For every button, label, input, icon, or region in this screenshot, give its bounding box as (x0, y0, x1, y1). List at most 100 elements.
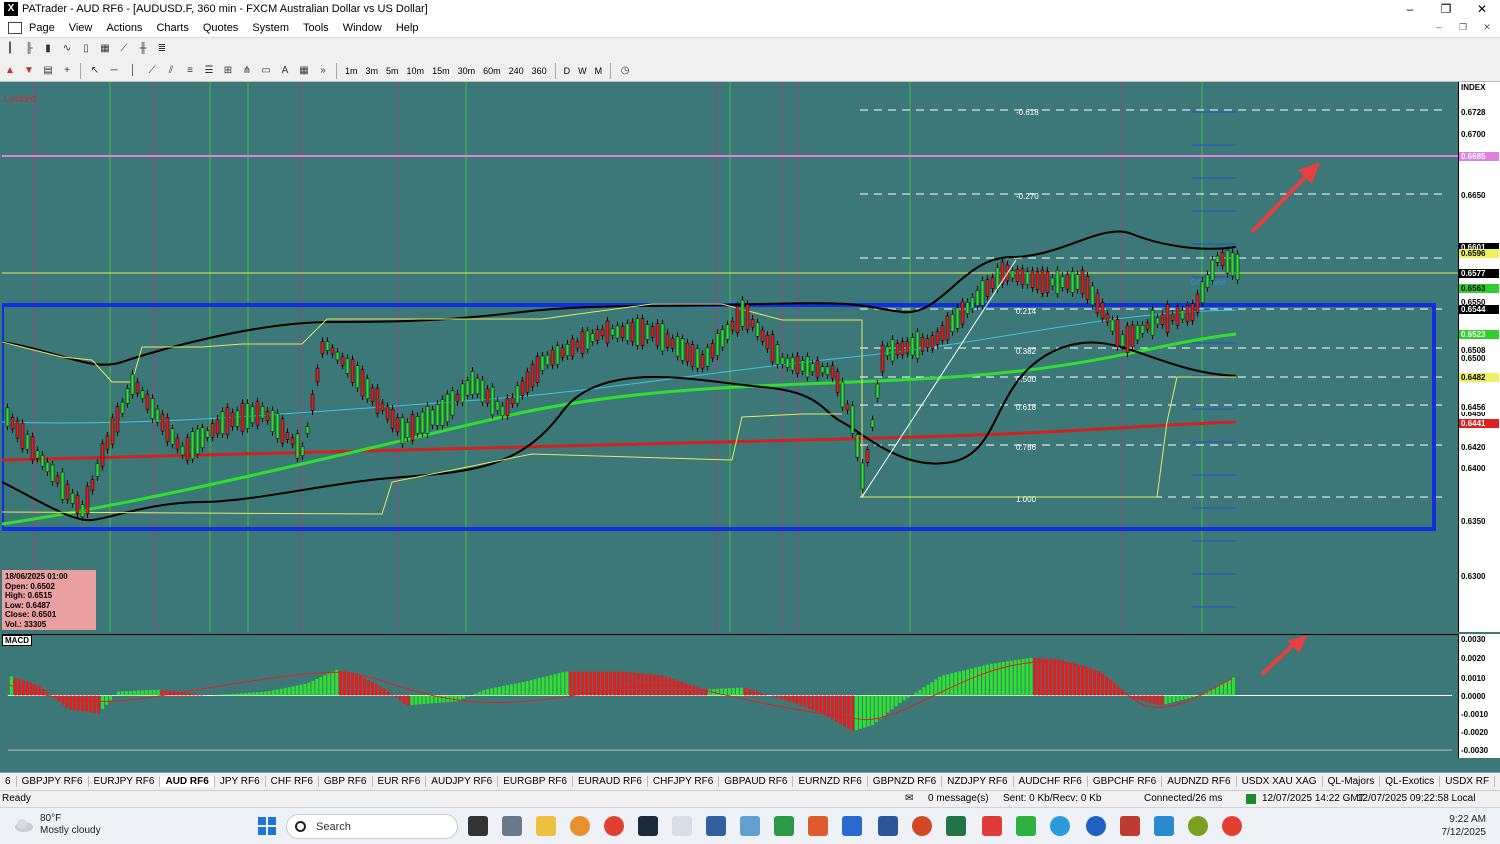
more-tools-icon[interactable]: » (315, 64, 331, 78)
line-chart-icon[interactable]: ∿ (59, 42, 75, 56)
mdi-restore-button[interactable]: ❐ (1454, 20, 1472, 34)
study-icon[interactable]: ╫ (135, 42, 151, 56)
chart-tab[interactable]: EURAUD RF6 (573, 776, 648, 787)
timeframe-w[interactable]: W (574, 66, 591, 76)
menu-quotes[interactable]: Quotes (196, 22, 245, 34)
price-chart[interactable]: -0.618-0.2700.2140.3820.5000.6180.7861.0… (2, 82, 1458, 632)
fib-extension-icon[interactable]: ☰ (201, 64, 217, 78)
menu-charts[interactable]: Charts (149, 22, 195, 34)
app-icon-orange[interactable] (570, 816, 590, 836)
word-icon[interactable] (878, 816, 898, 836)
clock-icon[interactable]: ◷ (617, 64, 633, 78)
price-axis[interactable]: INDEX 0.6728 0.6700 0.6650 0.6550 0.6500… (1458, 82, 1500, 632)
chart-tab[interactable]: EUR RF6 (373, 776, 427, 787)
task-view-icon[interactable] (468, 816, 488, 836)
template-icon[interactable]: ≣ (154, 42, 170, 56)
text-icon[interactable]: A (277, 64, 293, 78)
vline-icon[interactable]: │ (125, 64, 141, 78)
timeframe-5m[interactable]: 5m (382, 66, 403, 76)
chart-tab[interactable]: USDX RF (1440, 776, 1496, 787)
maximize-button[interactable]: ❐ (1428, 0, 1464, 18)
close-button[interactable]: ✕ (1464, 0, 1500, 18)
calculator-icon[interactable] (502, 816, 522, 836)
chart-tab[interactable]: QL-Majors (1323, 776, 1381, 787)
pitchfork-icon[interactable]: ⋔ (239, 64, 255, 78)
chrome-icon[interactable] (604, 816, 624, 836)
powerpoint-icon[interactable] (912, 816, 932, 836)
menu-page[interactable]: Page (22, 22, 62, 34)
app-red2-icon[interactable] (1120, 816, 1140, 836)
cursor-icon[interactable]: ↖ (87, 64, 103, 78)
chart-tab[interactable]: AUDCHF RF6 (1014, 776, 1088, 787)
chart-tab[interactable]: CHFJPY RF6 (648, 776, 720, 787)
chart-tab[interactable]: GBPAUD RF6 (719, 776, 794, 787)
chart-tab[interactable]: GBPJPY RF6 (17, 776, 89, 787)
timeframe-m[interactable]: M (591, 66, 607, 76)
menu-tools[interactable]: Tools (296, 22, 336, 34)
indicator-icon[interactable]: ⟋ (116, 42, 132, 56)
chart-tab[interactable]: EURGBP RF6 (498, 776, 573, 787)
mdi-minimize-button[interactable]: – (1430, 20, 1448, 34)
timeframe-1m[interactable]: 1m (341, 66, 362, 76)
chart-tab[interactable]: GBP RF6 (319, 776, 373, 787)
chart-tab[interactable]: CHF RF6 (266, 776, 319, 787)
photos-icon[interactable] (740, 816, 760, 836)
zoom-icon[interactable] (1086, 816, 1106, 836)
chart-tab[interactable]: Bitcoin (1495, 776, 1500, 787)
chart-window[interactable]: -0.618 -0.270 0.214 0.382 0.500 0.618 0.786 1.0… (0, 82, 1500, 772)
chart-tab[interactable]: GBPCHF RF6 (1088, 776, 1163, 787)
chart-tab[interactable]: GBPNZD RF6 (868, 776, 943, 787)
timeframe-15m[interactable]: 15m (428, 66, 454, 76)
chart-tab[interactable]: AUD RF6 (160, 776, 215, 787)
chart-tab[interactable]: EURNZD RF6 (793, 776, 868, 787)
timeframe-360[interactable]: 360 (528, 66, 551, 76)
rectangle-icon[interactable]: ▭ (258, 64, 274, 78)
chart-icon[interactable]: ▤ (40, 64, 56, 78)
notes-icon[interactable] (706, 816, 726, 836)
chart-settings-icon[interactable]: ▦ (97, 42, 113, 56)
telegram-icon[interactable] (1050, 816, 1070, 836)
channel-icon[interactable]: ⫽ (163, 64, 179, 78)
chart-app-icon[interactable] (672, 816, 692, 836)
fibonacci-icon[interactable]: ≡ (182, 64, 198, 78)
app-blue-icon[interactable] (1154, 816, 1174, 836)
patrader-icon[interactable] (638, 816, 658, 836)
app-s2-icon[interactable] (842, 816, 862, 836)
taskbar-search[interactable]: Search (286, 814, 458, 839)
trendline-icon[interactable]: ⟋ (144, 64, 160, 78)
timeframe-3m[interactable]: 3m (362, 66, 383, 76)
gann-icon[interactable]: ⊞ (220, 64, 236, 78)
ohlc-chart-icon[interactable]: ╟ (21, 42, 37, 56)
chart-tab[interactable]: AUDJPY RF6 (426, 776, 499, 787)
timeframe-240[interactable]: 240 (505, 66, 528, 76)
bar-chart-icon[interactable]: ┃ (2, 42, 18, 56)
menu-system[interactable]: System (245, 22, 296, 34)
chart-tab[interactable]: EURJPY RF6 (89, 776, 161, 787)
tab-scroll-left[interactable]: 6 (0, 776, 17, 787)
excel-icon[interactable] (946, 816, 966, 836)
timeframe-d[interactable]: D (560, 66, 575, 76)
menu-view[interactable]: View (62, 22, 100, 34)
timeframe-60m[interactable]: 60m (479, 66, 505, 76)
heikin-chart-icon[interactable]: ▯ (78, 42, 94, 56)
menu-actions[interactable]: Actions (99, 22, 149, 34)
buy-icon[interactable]: ▲ (2, 64, 18, 78)
app-w-icon[interactable] (1188, 816, 1208, 836)
chrome2-icon[interactable] (1222, 816, 1242, 836)
mdi-close-button[interactable]: ✕ (1478, 20, 1496, 34)
grid-icon[interactable]: ▦ (296, 64, 312, 78)
weather-widget[interactable]: 80°F Mostly cloudy (14, 813, 101, 837)
sell-icon[interactable]: ▼ (21, 64, 37, 78)
app-red-icon[interactable] (982, 816, 1002, 836)
chart-tab[interactable]: USDX XAU XAG (1237, 776, 1323, 787)
app-s-icon[interactable] (808, 816, 828, 836)
chart-tab[interactable]: JPY RF6 (215, 776, 266, 787)
chart-tab[interactable]: NZDJPY RF6 (942, 776, 1014, 787)
candle-chart-icon[interactable]: ▮ (40, 42, 56, 56)
minimize-button[interactable]: – (1392, 0, 1428, 18)
menu-help[interactable]: Help (389, 22, 426, 34)
file-explorer-icon[interactable] (536, 816, 556, 836)
timeframe-30m[interactable]: 30m (454, 66, 480, 76)
crosshair-icon[interactable]: + (59, 64, 75, 78)
chart-tab[interactable]: QL-Exotics (1380, 776, 1441, 787)
